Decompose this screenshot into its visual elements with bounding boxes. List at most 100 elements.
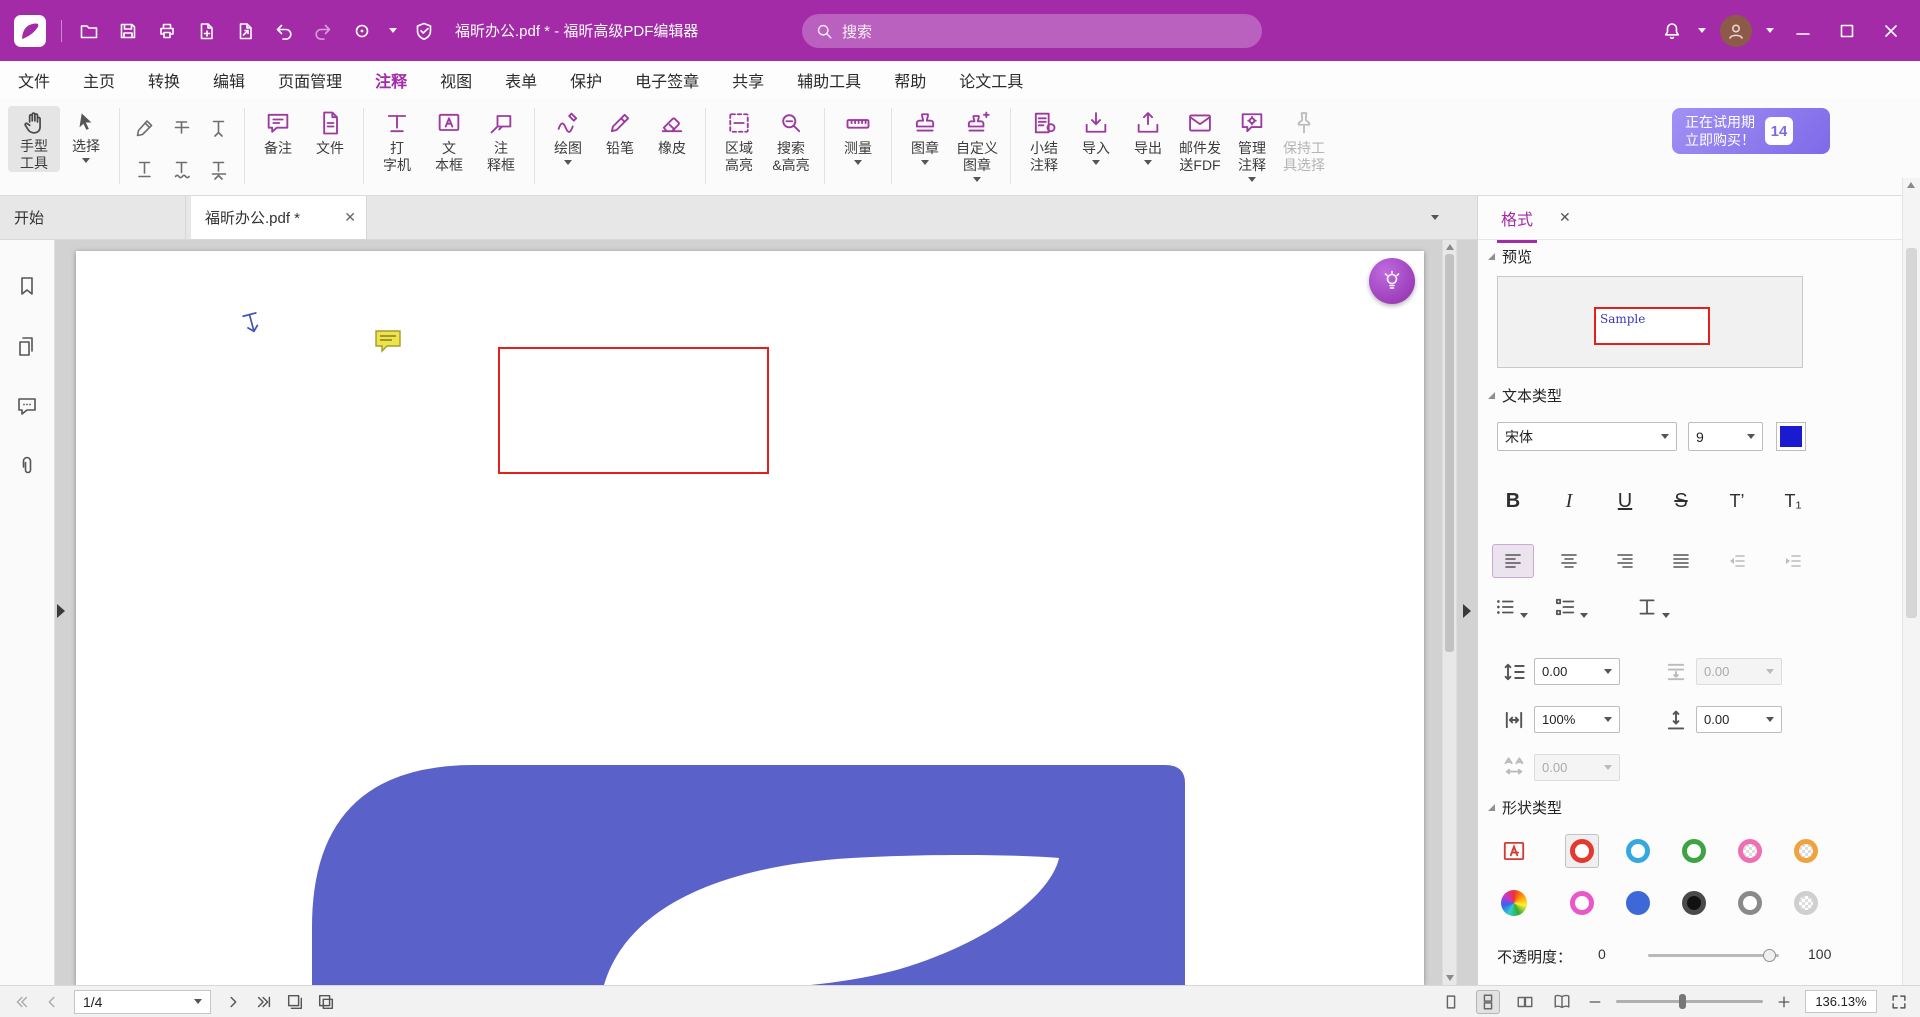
hand-tool-button[interactable]: 手型 工具 (8, 106, 60, 172)
zoom-in-button[interactable] (1776, 994, 1792, 1010)
indent-increase-button[interactable] (1772, 544, 1814, 578)
menu-share[interactable]: 共享 (732, 68, 764, 92)
summarize-comments-button[interactable]: 小结 注释 (1018, 106, 1070, 174)
previous-page-button[interactable] (43, 993, 61, 1011)
font-color-swatch[interactable] (1776, 422, 1806, 451)
baseline-offset-select[interactable]: 0.00 (1696, 706, 1782, 733)
textbox-shape-button[interactable] (1497, 834, 1531, 868)
shape-color-pink-outline[interactable] (1733, 834, 1767, 868)
panel-scrollbar-thumb[interactable] (1906, 248, 1917, 618)
opacity-slider[interactable] (1648, 954, 1779, 957)
notification-bell-icon[interactable] (1660, 19, 1684, 43)
touch-mode-icon[interactable] (350, 19, 374, 43)
callout-button[interactable]: 注 释框 (475, 106, 527, 174)
menu-edit[interactable]: 编辑 (213, 68, 245, 92)
left-panel-toggle[interactable] (57, 604, 65, 618)
textbox-button[interactable]: 文 本框 (423, 106, 475, 174)
maximize-button[interactable] (1832, 16, 1862, 46)
canvas-scrollbar-thumb[interactable] (1445, 254, 1454, 652)
redo-icon[interactable] (311, 19, 335, 43)
sticky-note-annotation-icon[interactable] (374, 329, 402, 353)
numbered-list-button[interactable] (1554, 596, 1588, 618)
shape-color-blue-filled[interactable] (1621, 886, 1655, 920)
align-left-button[interactable] (1492, 544, 1534, 578)
shape-color-green-outline[interactable] (1677, 834, 1711, 868)
clipboard-icon[interactable] (317, 993, 335, 1011)
char-spacing-select[interactable]: 0.00 (1534, 754, 1620, 781)
drawing-button[interactable]: 绘图 (542, 106, 594, 165)
insert-caret-annotation-icon[interactable] (238, 309, 266, 340)
minimize-button[interactable] (1788, 16, 1818, 46)
keep-tool-selected-button[interactable]: 保持工 具选择 (1278, 106, 1330, 174)
notification-caret-icon[interactable] (1698, 28, 1706, 33)
align-center-button[interactable] (1548, 544, 1590, 578)
bookmarks-icon[interactable] (15, 274, 39, 298)
strikethrough-button[interactable]: S (1660, 484, 1702, 518)
menu-comment[interactable]: 注释 (375, 68, 407, 92)
underline-text-button[interactable] (127, 149, 163, 189)
font-family-select[interactable]: 宋体 (1497, 422, 1677, 451)
menu-page-manage[interactable]: 页面管理 (278, 68, 342, 92)
print-icon[interactable] (155, 19, 179, 43)
snapshot-icon[interactable] (286, 993, 304, 1011)
last-page-button[interactable] (255, 993, 273, 1011)
panel-scroll-up-icon[interactable] (1907, 182, 1915, 188)
menu-view[interactable]: 视图 (440, 68, 472, 92)
search-input[interactable]: 搜索 (802, 14, 1262, 48)
format-panel-title[interactable]: 格式 (1501, 206, 1533, 230)
shape-color-red-outline[interactable] (1565, 834, 1599, 868)
color-wheel-button[interactable] (1497, 886, 1531, 920)
text-direction-button[interactable] (1636, 596, 1670, 618)
import-button[interactable]: 导入 (1070, 106, 1122, 165)
scroll-down-icon[interactable] (1446, 975, 1454, 981)
rectangle-annotation[interactable] (498, 347, 769, 474)
export-button[interactable]: 导出 (1122, 106, 1174, 165)
menu-esign[interactable]: 电子签章 (635, 68, 699, 92)
highlight-text-button[interactable] (127, 108, 163, 148)
tab-close-icon[interactable]: ✕ (344, 209, 356, 226)
attach-file-button[interactable]: 文件 (304, 106, 356, 157)
zoom-slider-thumb[interactable] (1679, 994, 1686, 1009)
close-button[interactable] (1876, 16, 1906, 46)
first-page-button[interactable] (12, 993, 30, 1011)
right-panel-toggle[interactable] (1463, 604, 1471, 618)
eraser-button[interactable]: 橡皮 (646, 106, 698, 157)
squiggly-underline-button[interactable] (164, 149, 200, 189)
menu-paper-tools[interactable]: 论文工具 (959, 68, 1023, 92)
book-view-button[interactable] (1550, 990, 1574, 1014)
menu-convert[interactable]: 转换 (148, 68, 180, 92)
shape-color-black-filled[interactable] (1677, 886, 1711, 920)
attachments-icon[interactable] (15, 454, 39, 478)
shape-color-orange-outline[interactable] (1789, 834, 1823, 868)
custom-stamp-button[interactable]: 自定义 图章 (951, 106, 1003, 182)
fullscreen-icon[interactable] (1890, 993, 1908, 1011)
share-icon[interactable] (233, 19, 257, 43)
protect-shield-icon[interactable] (412, 19, 436, 43)
mail-fdf-button[interactable]: 邮件发 送FDF (1174, 106, 1226, 174)
opacity-slider-thumb[interactable] (1763, 949, 1776, 962)
indent-decrease-button[interactable] (1716, 544, 1758, 578)
next-page-button[interactable] (224, 993, 242, 1011)
paragraph-spacing-select[interactable]: 0.00 (1696, 658, 1782, 685)
page-number-box[interactable]: 1/4 (74, 990, 211, 1014)
bold-button[interactable]: B (1492, 484, 1534, 518)
subscript-button[interactable]: T₁ (1772, 484, 1814, 518)
strikeout-text-button[interactable] (164, 108, 200, 148)
menu-file[interactable]: 文件 (18, 68, 50, 92)
stamp-button[interactable]: 图章 (899, 106, 951, 165)
tab-start-page[interactable]: 开始 (0, 196, 186, 239)
trial-purchase-button[interactable]: 正在试用期 立即购买！ 14 (1672, 108, 1830, 154)
preview-section-label[interactable]: 预览 (1488, 246, 1532, 267)
document-canvas[interactable] (55, 240, 1477, 985)
pages-icon[interactable] (15, 334, 39, 358)
tab-document[interactable]: 福昕办公.pdf * ✕ (191, 196, 367, 239)
pencil-button[interactable]: 铅笔 (594, 106, 646, 157)
shape-color-gray-outline[interactable] (1733, 886, 1767, 920)
undo-icon[interactable] (272, 19, 296, 43)
save-icon[interactable] (116, 19, 140, 43)
tab-list-caret-icon[interactable] (1431, 215, 1439, 220)
select-tool-button[interactable]: 选择 (60, 106, 112, 163)
avatar-caret-icon[interactable] (1766, 28, 1774, 33)
canvas-scrollbar[interactable] (1442, 240, 1457, 985)
assistant-lightbulb-button[interactable] (1369, 258, 1415, 304)
